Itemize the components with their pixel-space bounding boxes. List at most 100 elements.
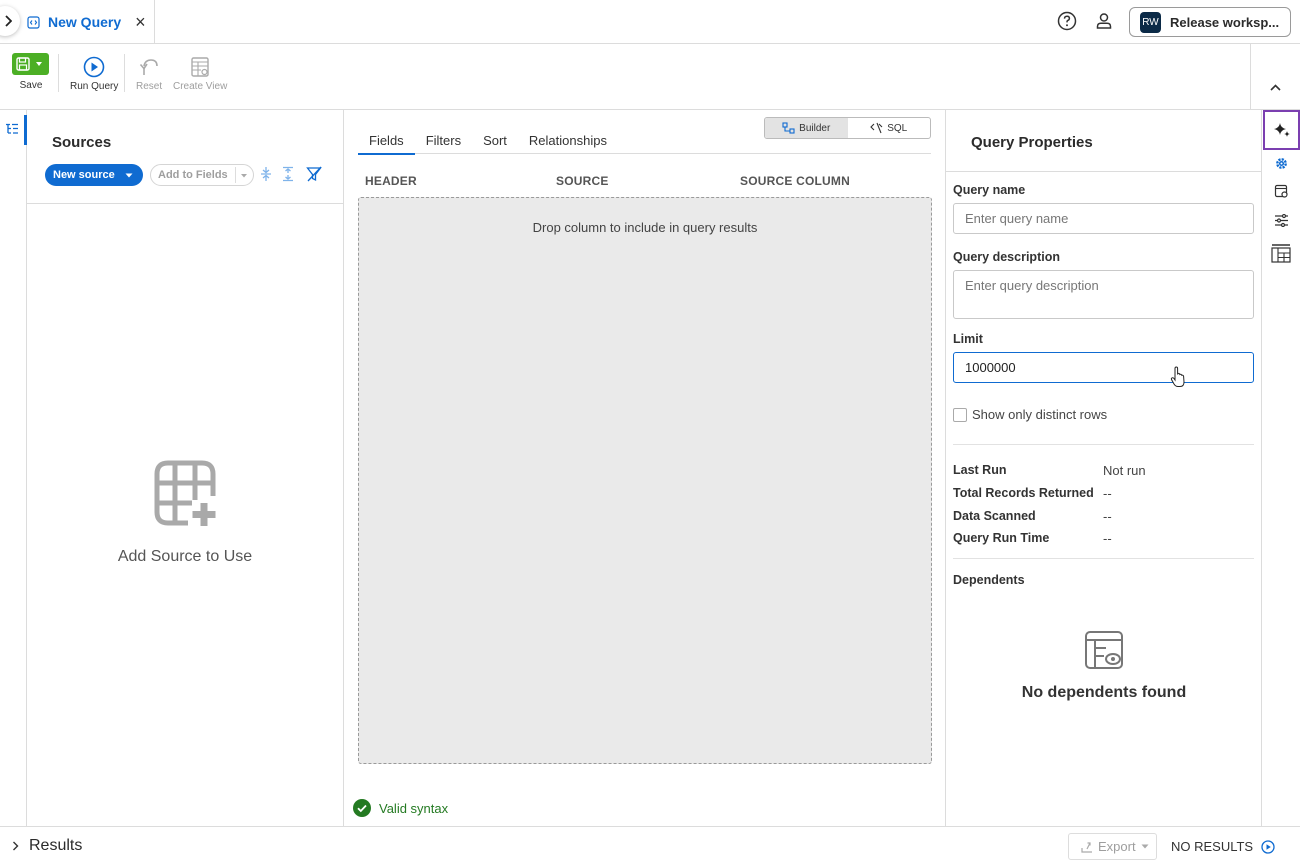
- query-properties-panel: Query Properties Query name Query descri…: [946, 110, 1262, 826]
- right-rail: [1262, 110, 1300, 826]
- limit-input[interactable]: [953, 352, 1254, 383]
- stat-label: Query Run Time: [953, 531, 1050, 545]
- fields-column-headers: HEADER SOURCE SOURCE COLUMN: [365, 174, 935, 190]
- dependents-label: Dependents: [953, 573, 1025, 587]
- sql-mode-label: SQL: [887, 122, 908, 134]
- query-builder-panel: Builder SQL Fields Filters Sort Relation…: [344, 110, 946, 826]
- sparkle-icon: [1273, 123, 1290, 137]
- expand-all-icon[interactable]: [280, 166, 296, 182]
- collapse-all-icon[interactable]: [258, 166, 274, 182]
- no-dependents-state: No dependents found: [946, 630, 1262, 702]
- results-label: Results: [29, 837, 83, 854]
- caret-down-icon: [1141, 844, 1149, 849]
- play-icon[interactable]: [1261, 839, 1275, 854]
- results-bar: Results Export NO RESULTS: [0, 826, 1300, 862]
- stat-label: Data Scanned: [953, 509, 1036, 523]
- table-layout-button[interactable]: [1271, 243, 1291, 263]
- properties-title: Query Properties: [971, 134, 1093, 151]
- tab-relationships[interactable]: Relationships: [518, 133, 618, 154]
- create-view-icon: [191, 57, 209, 77]
- distinct-rows-option[interactable]: Show only distinct rows: [953, 407, 1107, 422]
- query-description-input[interactable]: [953, 270, 1254, 319]
- query-name-input[interactable]: [953, 203, 1254, 234]
- nav-expand-button[interactable]: [0, 6, 20, 36]
- stat-value: --: [1103, 486, 1112, 501]
- limit-label: Limit: [953, 332, 983, 346]
- tab-new-query[interactable]: New Query ×: [20, 0, 155, 44]
- distinct-rows-label: Show only distinct rows: [972, 407, 1108, 422]
- close-tab-button[interactable]: ×: [135, 13, 146, 31]
- save-button[interactable]: [12, 53, 49, 75]
- run-query-label: Run Query: [70, 81, 119, 92]
- ai-assistant-button[interactable]: [1263, 110, 1300, 150]
- collapse-toolbar-button[interactable]: [1250, 44, 1300, 110]
- add-to-fields-button[interactable]: Add to Fields: [150, 164, 254, 186]
- top-bar: New Query × RW Release worksp...: [0, 0, 1300, 44]
- toolbar-divider: [124, 54, 125, 92]
- help-icon: [1057, 11, 1077, 31]
- results-toggle[interactable]: Results: [12, 837, 82, 855]
- table-icon: [1271, 244, 1291, 263]
- stat-label: Total Records Returned: [953, 486, 1094, 500]
- workspace-switcher[interactable]: RW Release worksp...: [1129, 7, 1291, 37]
- stat-value: Not run: [1103, 463, 1146, 478]
- column-header: SOURCE: [556, 174, 609, 188]
- sliders-icon: [1274, 213, 1288, 227]
- empty-sources-text: Add Source to Use: [117, 548, 253, 565]
- fields-drop-zone[interactable]: Drop column to include in query results: [358, 197, 932, 764]
- save-icon: [16, 57, 30, 71]
- properties-header: Query Properties: [946, 110, 1262, 172]
- check-circle-icon: [353, 799, 371, 817]
- tab-sort[interactable]: Sort: [472, 133, 518, 154]
- clear-filter-icon[interactable]: [306, 166, 322, 182]
- stat-value: --: [1103, 531, 1112, 546]
- query-view-settings-button[interactable]: [1271, 181, 1291, 201]
- caret-down-icon[interactable]: [240, 169, 248, 181]
- save-dropdown-icon[interactable]: [35, 61, 43, 67]
- help-button[interactable]: [1057, 11, 1077, 31]
- export-icon: [1081, 841, 1092, 853]
- toolbar-divider: [58, 54, 59, 92]
- reset-label: Reset: [136, 81, 163, 92]
- syntax-status-text: Valid syntax: [379, 800, 449, 816]
- section-divider: [953, 558, 1254, 559]
- stat-label: Last Run: [953, 463, 1007, 477]
- chevron-up-icon: [1270, 83, 1281, 91]
- distinct-rows-checkbox[interactable]: [953, 407, 967, 422]
- column-header: HEADER: [365, 174, 417, 188]
- no-dependents-text: No dependents found: [1021, 684, 1187, 701]
- results-status: NO RESULTS: [1171, 839, 1275, 854]
- properties-settings-button[interactable]: [1271, 153, 1291, 173]
- split-divider: [235, 167, 236, 183]
- tree-view-icon[interactable]: [5, 123, 19, 135]
- run-query-button[interactable]: Run Query: [70, 56, 118, 92]
- undo-icon: [139, 59, 158, 75]
- add-table-icon: [154, 460, 216, 526]
- sources-divider: [27, 203, 343, 204]
- drop-zone-text: Drop column to include in query results: [532, 220, 758, 235]
- tab-label: New Query: [48, 14, 122, 30]
- create-view-button[interactable]: Create View: [173, 56, 227, 92]
- dependents-icon: [1085, 631, 1123, 669]
- left-rail: [0, 110, 27, 826]
- export-label: Export: [1098, 839, 1136, 854]
- stat-value: --: [1103, 509, 1112, 524]
- user-profile-button[interactable]: [1094, 11, 1114, 31]
- tab-fields[interactable]: Fields: [358, 133, 415, 155]
- tab-filters[interactable]: Filters: [415, 133, 472, 154]
- user-icon: [1096, 13, 1112, 29]
- workspace-label: Release worksp...: [1170, 14, 1280, 30]
- gear-icon: [1275, 157, 1287, 169]
- export-button[interactable]: Export: [1068, 833, 1157, 860]
- query-options-button[interactable]: [1271, 210, 1291, 230]
- play-icon: [83, 56, 105, 78]
- column-header: SOURCE COLUMN: [740, 174, 850, 188]
- query-description-label: Query description: [953, 250, 1060, 264]
- query-name-label: Query name: [953, 183, 1026, 197]
- toolbar: Save Run Query Reset Create View: [0, 44, 1300, 110]
- new-source-button[interactable]: New source: [45, 164, 143, 186]
- chevron-right-icon: [5, 15, 12, 27]
- section-divider: [953, 444, 1254, 445]
- hand-cursor-icon: [1170, 366, 1185, 387]
- reset-button[interactable]: Reset: [136, 56, 162, 92]
